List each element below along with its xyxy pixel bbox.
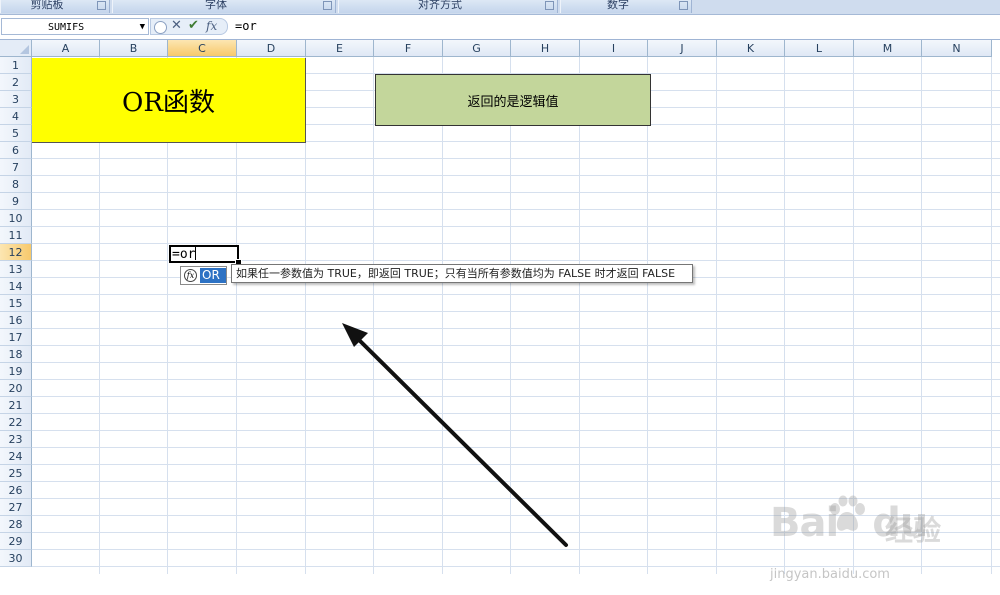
expand-handle-icon[interactable] (154, 21, 167, 34)
baidu-watermark: Bai du 经验 jingyan.baidu.com (770, 495, 970, 595)
insert-function-icon[interactable]: fx (206, 19, 217, 33)
ribbon-group-label: 数字 (607, 0, 629, 11)
dialog-launcher-icon[interactable] (545, 1, 554, 10)
watermark-cn: 经验 (885, 514, 942, 547)
watermark-url: jingyan.baidu.com (770, 567, 890, 582)
ribbon-strip: 剪贴板 字体 对齐方式 数字 (0, 0, 1000, 15)
ribbon-group-alignment[interactable]: 对齐方式 (338, 0, 558, 13)
chevron-down-icon[interactable]: ▼ (140, 19, 145, 36)
ribbon-group-font[interactable]: 字体 (112, 0, 336, 13)
dialog-launcher-icon[interactable] (679, 1, 688, 10)
ribbon-group-label: 剪贴板 (30, 0, 64, 11)
name-box-value: SUMIFS (48, 22, 85, 33)
worksheet: ABCDEFGHIJKLMN 1 2 3 4 5 6 7 8 9 10 11 12 13 14 15 16 17… (0, 40, 1000, 582)
formula-buttons: ✕ ✔ fx (150, 18, 228, 35)
ribbon-group-label: 对齐方式 (418, 0, 462, 11)
dialog-launcher-icon[interactable] (97, 1, 106, 10)
ribbon-group-label: 字体 (205, 0, 227, 11)
dialog-launcher-icon[interactable] (323, 1, 332, 10)
formula-bar: SUMIFS ▼ ✕ ✔ fx =or (0, 15, 1000, 40)
enter-check-icon[interactable]: ✔ (188, 18, 199, 33)
annotation-arrow-icon (342, 323, 568, 547)
cancel-icon[interactable]: ✕ (171, 18, 182, 33)
formula-input[interactable]: =or (235, 19, 257, 33)
ribbon-group-clipboard[interactable]: 剪贴板 (0, 0, 110, 13)
ribbon-group-number[interactable]: 数字 (560, 0, 692, 13)
name-box[interactable]: SUMIFS ▼ (1, 18, 149, 35)
paw-logo-icon (830, 495, 865, 531)
